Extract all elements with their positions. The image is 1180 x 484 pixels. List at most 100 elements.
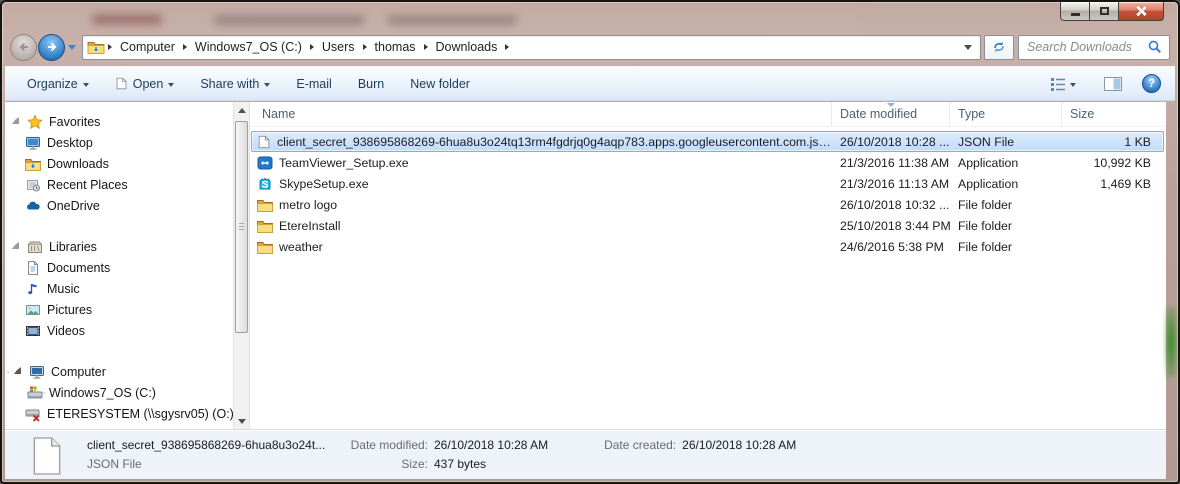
- favorites-star-icon: [27, 114, 43, 130]
- file-row-client-secret-json[interactable]: client_secret_938695868269-6hua8u3o24tq1…: [251, 131, 1164, 152]
- help-button[interactable]: ?: [1142, 74, 1161, 93]
- breadcrumb-separator[interactable]: [505, 44, 509, 50]
- sidebar-item-label: Desktop: [43, 136, 93, 150]
- search-input[interactable]: [1019, 40, 1147, 54]
- file-date-modified: 21/3/2016 11:38 AM: [832, 156, 950, 170]
- json-file-icon: [257, 134, 271, 150]
- sidebar-item-pictures[interactable]: Pictures: [5, 299, 233, 320]
- sidebar-item-label: Music: [43, 282, 80, 296]
- computer-icon: [29, 364, 45, 380]
- maximize-button[interactable]: [1090, 2, 1118, 21]
- sidebar-section-favorites[interactable]: Favorites: [5, 111, 233, 132]
- maximize-icon: [1100, 7, 1109, 15]
- sidebar-item-label: ETERESYSTEM (\\sgysrv05) (O:): [43, 407, 233, 421]
- breadcrumb-downloads[interactable]: Downloads: [431, 38, 503, 56]
- close-icon: [1135, 5, 1147, 17]
- file-type: Application: [950, 177, 1062, 191]
- arrow-left-icon: [16, 39, 32, 55]
- sidebar-section-libraries[interactable]: Libraries: [5, 236, 233, 257]
- new-folder-label: New folder: [410, 77, 470, 91]
- sidebar-item-music[interactable]: Music: [5, 278, 233, 299]
- minimize-button[interactable]: [1060, 2, 1090, 21]
- file-size: 1,469 KB: [1062, 177, 1163, 191]
- sidebar-scrollbar[interactable]: [233, 102, 250, 429]
- file-date-modified: 26/10/2018 10:32 ...: [832, 198, 950, 212]
- titlebar[interactable]: [2, 2, 1178, 28]
- window-controls: [1060, 2, 1164, 21]
- sidebar-item-desktop[interactable]: Desktop: [5, 132, 233, 153]
- system-drive-icon: [27, 385, 43, 401]
- selected-file-large-icon: [31, 436, 63, 476]
- expand-triangle-icon[interactable]: [12, 242, 19, 249]
- file-row-weather[interactable]: weather 24/6/2016 5:38 PM File folder: [251, 236, 1164, 257]
- column-label: Name: [262, 107, 295, 121]
- sidebar-item-label: Windows7_OS (C:): [45, 386, 156, 400]
- file-type: JSON File: [950, 135, 1062, 149]
- file-row-etereinstall[interactable]: EtereInstall 25/10/2018 3:44 PM File fol…: [251, 215, 1164, 236]
- back-button[interactable]: [10, 34, 37, 61]
- search-icon[interactable]: [1147, 39, 1163, 55]
- recent-places-icon: [25, 177, 41, 193]
- explorer-window: Computer Windows7_OS (C:) Users thomas D…: [0, 0, 1180, 484]
- breadcrumb-windows7-os[interactable]: Windows7_OS (C:): [190, 38, 307, 56]
- selected-file-name: client_secret_938695868269-6hua8u3o24t..…: [87, 436, 340, 455]
- breadcrumb-thomas[interactable]: thomas: [370, 38, 421, 56]
- address-bar[interactable]: Computer Windows7_OS (C:) Users thomas D…: [82, 35, 981, 60]
- column-header-date-modified[interactable]: Date modified: [832, 102, 950, 126]
- chevron-down-icon: [83, 83, 89, 87]
- breadcrumb-separator[interactable]: [108, 44, 112, 50]
- file-type: File folder: [950, 240, 1062, 254]
- file-type: Application: [950, 156, 1062, 170]
- scroll-up-button[interactable]: [234, 102, 249, 118]
- titlebar-glass-smudge: [92, 14, 162, 25]
- file-row-metro-logo[interactable]: metro logo 26/10/2018 10:32 ... File fol…: [251, 194, 1164, 215]
- sidebar-item-recent-places[interactable]: Recent Places: [5, 174, 233, 195]
- expand-triangle-icon[interactable]: [14, 367, 21, 374]
- breadcrumb-separator[interactable]: [363, 44, 367, 50]
- sidebar-item-onedrive[interactable]: OneDrive: [5, 195, 233, 216]
- expand-triangle-icon[interactable]: [12, 117, 19, 124]
- breadcrumb-computer[interactable]: Computer: [115, 38, 180, 56]
- date-modified-value: 26/10/2018 10:28 AM: [434, 436, 548, 455]
- preview-pane-button[interactable]: [1096, 72, 1130, 96]
- forward-button[interactable]: [38, 34, 65, 61]
- refresh-button[interactable]: [984, 35, 1014, 60]
- file-row-skype-setup[interactable]: SkypeSetup.exe 21/3/2016 11:13 AM Applic…: [251, 173, 1164, 194]
- column-header-type[interactable]: Type: [950, 102, 1062, 126]
- scroll-down-button[interactable]: [234, 413, 249, 429]
- recent-pages-dropdown[interactable]: [68, 45, 76, 50]
- titlebar-glass-smudge: [214, 15, 364, 25]
- details-pane: client_secret_938695868269-6hua8u3o24t..…: [5, 429, 1166, 479]
- column-header-size[interactable]: Size: [1062, 102, 1166, 126]
- arrow-up-icon: [238, 108, 246, 113]
- sidebar-item-eteresystem[interactable]: ETERESYSTEM (\\sgysrv05) (O:): [5, 403, 233, 424]
- skype-app-icon: [257, 176, 273, 192]
- column-label: Type: [958, 107, 985, 121]
- organize-button[interactable]: Organize: [19, 72, 97, 96]
- breadcrumb-separator[interactable]: [183, 44, 187, 50]
- address-history-dropdown[interactable]: [964, 45, 972, 50]
- sidebar-item-downloads[interactable]: Downloads: [5, 153, 233, 174]
- breadcrumb-separator[interactable]: [424, 44, 428, 50]
- date-created-value: 26/10/2018 10:28 AM: [682, 436, 796, 455]
- file-name: SkypeSetup.exe: [273, 177, 369, 191]
- open-button[interactable]: Open: [107, 71, 183, 96]
- breadcrumb-users[interactable]: Users: [317, 38, 360, 56]
- file-name: metro logo: [273, 198, 337, 212]
- sidebar-section-computer[interactable]: Computer: [5, 361, 233, 382]
- share-with-button[interactable]: Share with: [192, 72, 278, 96]
- new-folder-button[interactable]: New folder: [402, 72, 478, 96]
- sidebar-item-videos[interactable]: Videos: [5, 320, 233, 341]
- email-button[interactable]: E-mail: [288, 72, 339, 96]
- scrollbar-thumb[interactable]: [235, 121, 248, 333]
- breadcrumb-separator[interactable]: [310, 44, 314, 50]
- file-size: 1 KB: [1062, 135, 1163, 149]
- sidebar-item-windows7-os[interactable]: Windows7_OS (C:): [5, 382, 233, 403]
- file-row-teamviewer-setup[interactable]: TeamViewer_Setup.exe 21/3/2016 11:38 AM …: [251, 152, 1164, 173]
- change-view-button[interactable]: [1042, 72, 1084, 96]
- close-button[interactable]: [1118, 2, 1164, 21]
- sidebar-item-documents[interactable]: Documents: [5, 257, 233, 278]
- file-date-modified: 25/10/2018 3:44 PM: [832, 219, 950, 233]
- column-header-name[interactable]: Name: [250, 102, 832, 126]
- burn-button[interactable]: Burn: [350, 72, 392, 96]
